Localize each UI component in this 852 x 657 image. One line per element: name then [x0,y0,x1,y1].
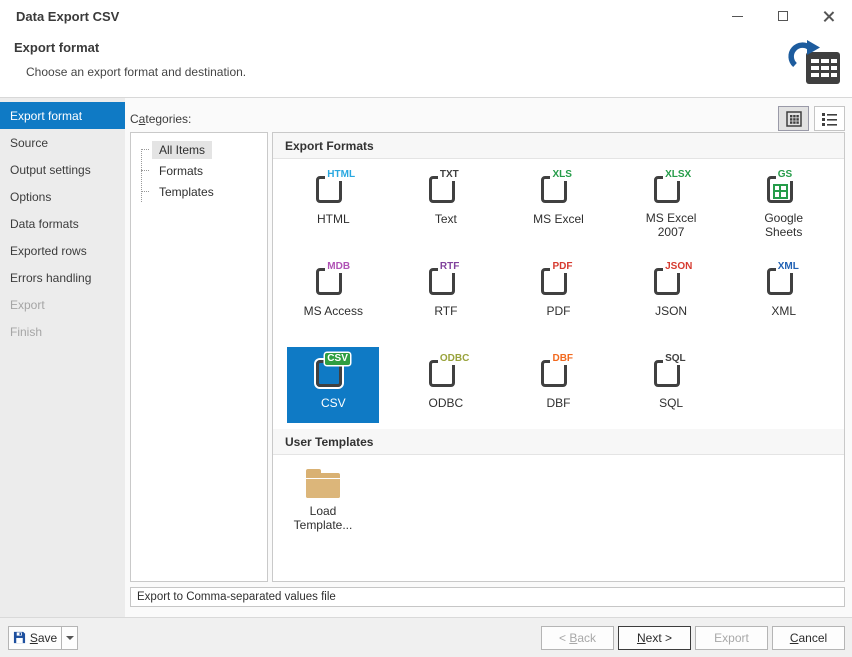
maximize-icon [778,11,788,21]
status-text: Export to Comma-separated values file [137,591,336,603]
load-template-tile[interactable]: Load Template... [277,459,369,535]
format-doc-icon: HTML [312,169,354,207]
sidebar-item-source[interactable]: Source [0,129,125,156]
titlebar: Data Export CSV [0,0,852,32]
tree-item-all-items[interactable]: All Items [135,139,267,160]
sidebar-item-output-settings[interactable]: Output settings [0,156,125,183]
format-doc-icon: XML [763,261,805,299]
tree-branch-tick [141,170,149,171]
format-tile-pdf[interactable]: PDF PDF [512,255,604,331]
format-doc-icon: SQL [650,353,692,391]
load-template-label: Load Template... [286,504,360,532]
format-tile-rtf[interactable]: RTF RTF [400,255,492,331]
categories-tree-panel: All Items Formats Templates [130,132,268,582]
save-split-button: Save [8,626,78,650]
format-doc-icon: RTF [425,261,467,299]
export-button[interactable]: Export [695,626,768,650]
format-doc-icon: XLS [537,169,579,207]
sidebar-item-export-format[interactable]: Export format [0,102,125,129]
format-tile-ms-excel[interactable]: XLS MS Excel [512,163,604,239]
window-controls [714,0,852,32]
page-title: Export format [0,32,852,55]
format-tile-google-sheets[interactable]: GS Google Sheets [738,163,830,239]
save-floppy-icon [13,631,26,644]
format-doc-icon: DBF [537,353,579,391]
back-button[interactable]: < Back [541,626,614,650]
format-doc-icon: CSV [312,353,354,391]
export-formats-group-header: Export Formats [273,133,844,159]
minimize-button[interactable] [714,0,760,32]
format-tile-sql[interactable]: SQL SQL [625,347,717,423]
page-subtitle: Choose an export format and destination. [0,55,852,79]
wizard-steps-sidebar: Export formatSourceOutput settingsOption… [0,98,125,617]
next-button[interactable]: Next > [618,626,691,650]
status-bar: Export to Comma-separated values file [130,587,845,607]
format-doc-icon: PDF [537,261,579,299]
tree-item-formats[interactable]: Formats [135,160,267,181]
format-tile-json[interactable]: JSON JSON [625,255,717,331]
sidebar-item-export[interactable]: Export [0,291,125,318]
user-templates-group-header: User Templates [273,429,844,455]
sheet-grid-icon [773,184,788,199]
tree-item-templates[interactable]: Templates [135,181,267,202]
sidebar-item-finish[interactable]: Finish [0,318,125,345]
view-toggle-group [778,106,845,131]
window-title: Data Export CSV [16,9,119,24]
format-tile-odbc[interactable]: ODBC ODBC [400,347,492,423]
content-area: Export formatSourceOutput settingsOption… [0,98,852,617]
save-dropdown-button[interactable] [61,626,78,650]
folder-icon [304,469,342,499]
format-tile-ms-excel-2007[interactable]: XLSX MS Excel 2007 [625,163,717,239]
format-tile-xml[interactable]: XML XML [738,255,830,331]
sidebar-item-data-formats[interactable]: Data formats [0,210,125,237]
chevron-down-icon [66,636,74,640]
list-view-icon [821,111,838,127]
categories-tree: All Items Formats Templates [135,139,267,202]
grid-view-button[interactable] [778,106,809,131]
tree-branch-tick [141,149,149,150]
format-tile-dbf[interactable]: DBF DBF [512,347,604,423]
footer-bar: Save < Back Next > Export Cancel [0,617,852,657]
save-button[interactable]: Save [8,626,61,650]
format-tile-text[interactable]: TXT Text [400,163,492,239]
grid-view-icon [786,111,802,127]
categories-label: Categories: [130,112,845,126]
format-doc-icon: TXT [425,169,467,207]
format-doc-icon: MDB [312,261,354,299]
tree-branch-tick [141,191,149,192]
sidebar-item-options[interactable]: Options [0,183,125,210]
wizard-header: Export format Choose an export format an… [0,32,852,98]
maximize-button[interactable] [760,0,806,32]
format-doc-icon: XLSX [650,169,692,206]
wizard-nav-buttons: < Back Next > Export Cancel [541,626,845,650]
format-tile-grid: HTML HTML TXT Text [273,159,844,429]
user-templates-area: Load Template... [273,455,844,535]
format-tile-ms-access[interactable]: MDB MS Access [287,255,379,331]
sidebar-item-errors-handling[interactable]: Errors handling [0,264,125,291]
minimize-icon [732,16,743,17]
sidebar-item-exported-rows[interactable]: Exported rows [0,237,125,264]
format-tile-csv[interactable]: CSV CSV [287,347,379,423]
format-doc-icon: JSON [650,261,692,299]
format-doc-icon: ODBC [425,353,467,391]
data-export-wizard-window: Data Export CSV Export format Choose an … [0,0,852,657]
formats-panel: Export Formats HTML HTML TXT [272,132,845,582]
format-doc-icon: GS [763,169,805,206]
close-button[interactable] [806,0,852,32]
list-view-button[interactable] [814,106,845,131]
cancel-button[interactable]: Cancel [772,626,845,650]
format-tile-html[interactable]: HTML HTML [287,163,379,239]
export-table-icon [786,38,842,92]
main-panel: Categories: [125,98,852,617]
close-icon [823,10,835,22]
